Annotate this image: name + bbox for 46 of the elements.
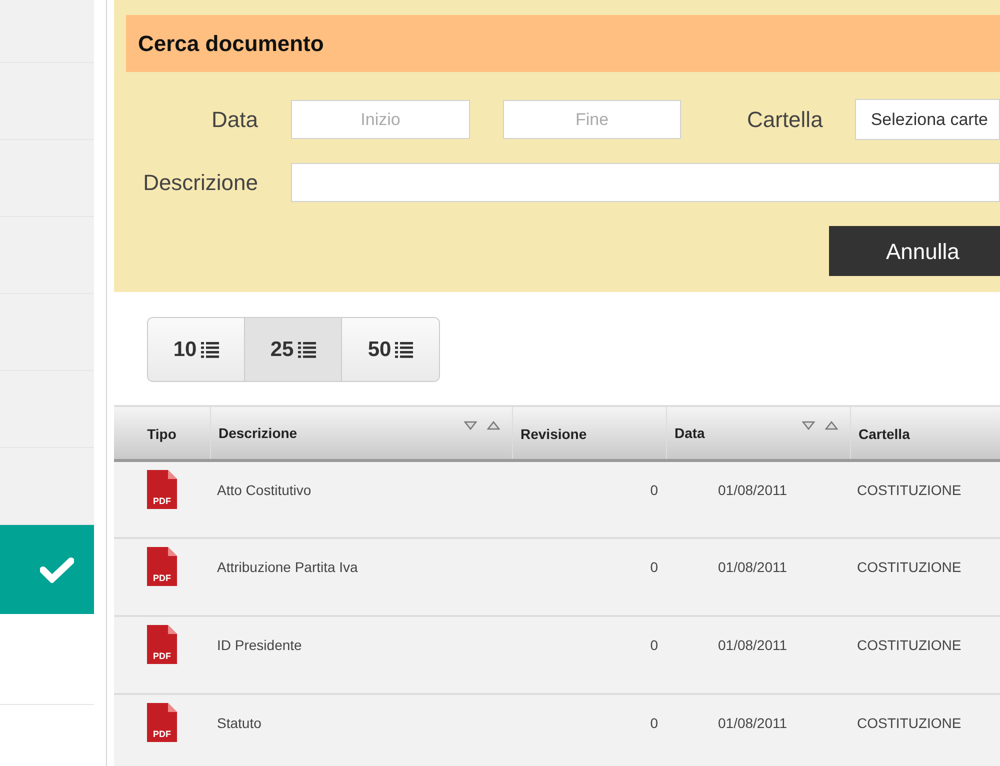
table-cell: Attribuzione Partita Iva: [210, 538, 512, 616]
table-cell: COSTITUZIONE: [850, 460, 1000, 538]
pdf-file-icon: PDF: [147, 703, 177, 742]
column-header: Tipo: [114, 406, 210, 460]
table-cell: COSTITUZIONE: [850, 694, 1000, 766]
page-size-button[interactable]: 10: [148, 318, 245, 381]
list-icon: [298, 341, 316, 358]
field-label: Descrizione: [142, 169, 258, 197]
sort-descending-icon[interactable]: [802, 421, 814, 430]
list-icon: [200, 341, 219, 358]
check-icon: [40, 556, 74, 582]
table-cell: 0: [512, 694, 666, 766]
panel-title: Cerca documento: [138, 30, 324, 58]
table-cell: 01/08/2011: [666, 616, 850, 694]
sidebar-item[interactable]: [0, 525, 94, 614]
table-cell: Statuto: [210, 694, 512, 766]
list-icon: [395, 341, 414, 358]
pdf-file-icon: PDF: [147, 547, 177, 586]
column-header: Cartella: [850, 406, 1000, 460]
table-cell: 0: [512, 538, 666, 616]
pdf-file-icon: PDF: [147, 470, 177, 508]
column-header[interactable]: Descrizione: [210, 406, 512, 460]
table-cell: 01/08/2011: [666, 460, 850, 538]
page-size-button[interactable]: 50: [342, 318, 439, 381]
column-header[interactable]: Data: [666, 406, 850, 460]
sort-ascending-icon[interactable]: [486, 421, 500, 430]
table-cell: ID Presidente: [210, 616, 512, 694]
folder-select[interactable]: Seleziona carte: [854, 99, 1000, 140]
description-field[interactable]: [291, 163, 1000, 202]
table-cell: Atto Costitutivo: [210, 460, 512, 538]
sort-descending-icon[interactable]: [464, 421, 476, 430]
field-label: Data: [210, 106, 258, 134]
table-cell: 01/08/2011: [666, 694, 850, 766]
sort-ascending-icon[interactable]: [824, 421, 838, 430]
table-cell: 0: [512, 460, 666, 538]
column-header: Revisione: [512, 406, 666, 460]
cancel-button[interactable]: Annulla: [829, 226, 1000, 276]
start-date-field[interactable]: Inizio: [291, 100, 470, 139]
table-cell: 01/08/2011: [666, 538, 850, 616]
field-label: Cartella: [747, 106, 823, 134]
table-cell: COSTITUZIONE: [850, 538, 1000, 616]
table-cell: 0: [512, 616, 666, 694]
page-size-button[interactable]: 25: [245, 318, 342, 381]
end-date-field[interactable]: Fine: [503, 100, 681, 139]
pdf-file-icon: PDF: [147, 625, 177, 664]
table-cell: COSTITUZIONE: [850, 616, 1000, 694]
